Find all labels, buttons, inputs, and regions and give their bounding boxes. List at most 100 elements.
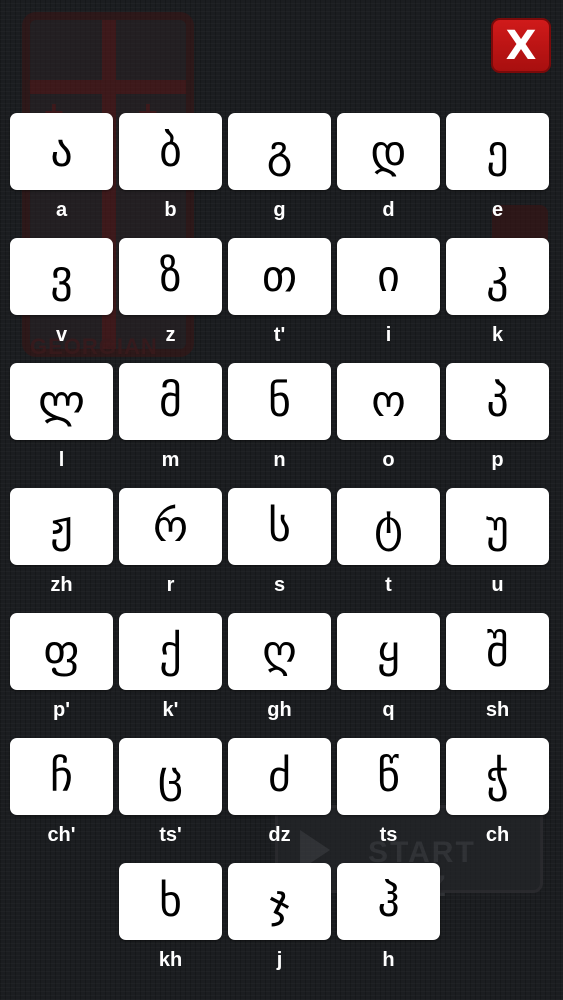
georgian-letter: ო	[371, 375, 406, 427]
transliteration-label: ts'	[159, 824, 182, 846]
letter-tile[interactable]: ნn	[228, 363, 331, 490]
georgian-letter: ღ	[262, 625, 297, 677]
georgian-letter: ფ	[43, 625, 80, 677]
georgian-letter: ჭ	[486, 750, 509, 802]
letter-tile[interactable]: ტt	[337, 488, 440, 615]
letter-tile[interactable]: გg	[228, 113, 331, 240]
georgian-letter: ე	[486, 125, 509, 177]
letter-tile[interactable]: მm	[119, 363, 222, 490]
georgian-letter: ნ	[268, 375, 291, 427]
letter-card[interactable]: მ	[119, 363, 222, 440]
letter-card[interactable]: ს	[228, 488, 331, 565]
letter-card[interactable]: გ	[228, 113, 331, 190]
letter-card[interactable]: პ	[446, 363, 549, 440]
transliteration-label: t	[385, 574, 392, 596]
letter-card[interactable]: ჩ	[10, 738, 113, 815]
transliteration-label: p	[491, 449, 504, 471]
georgian-letter: ლ	[38, 375, 85, 427]
letter-card[interactable]: ხ	[119, 863, 222, 940]
georgian-letter: წ	[377, 750, 400, 802]
letter-card[interactable]: ა	[10, 113, 113, 190]
letter-card[interactable]: კ	[446, 238, 549, 315]
letter-tile[interactable]: ყq	[337, 613, 440, 740]
letter-tile[interactable]: ქ k'	[119, 613, 222, 740]
letter-tile[interactable]: ჟ zh	[10, 488, 113, 615]
transliteration-label: b	[164, 199, 177, 221]
georgian-letter: ჟ	[50, 500, 73, 552]
letter-tile[interactable]: შ sh	[446, 613, 549, 740]
georgian-letter: უ	[486, 500, 509, 552]
letter-tile[interactable]: ხ kh	[119, 863, 222, 990]
letter-card[interactable]: უ	[446, 488, 549, 565]
transliteration-label: j	[276, 949, 283, 971]
letter-tile[interactable]: ოo	[337, 363, 440, 490]
letter-card[interactable]: ც	[119, 738, 222, 815]
letter-tile[interactable]: ჭ ch	[446, 738, 549, 865]
letter-tile[interactable]: სs	[228, 488, 331, 615]
transliteration-label: d	[382, 199, 395, 221]
transliteration-label: k'	[162, 699, 179, 721]
georgian-letter: ჩ	[50, 750, 73, 802]
letter-card[interactable]: ნ	[228, 363, 331, 440]
georgian-letter: ზ	[159, 250, 182, 302]
letter-tile[interactable]: ეe	[446, 113, 549, 240]
letter-tile[interactable]: იi	[337, 238, 440, 365]
letter-card[interactable]: ძ	[228, 738, 331, 815]
letter-tile[interactable]: თ t'	[228, 238, 331, 365]
letter-tile[interactable]: ჰh	[337, 863, 440, 990]
letter-tile[interactable]: ძ dz	[228, 738, 331, 865]
letter-card[interactable]: ე	[446, 113, 549, 190]
letter-tile[interactable]: ბb	[119, 113, 222, 240]
letter-tile[interactable]: დd	[337, 113, 440, 240]
georgian-letter: ჯ	[269, 875, 290, 927]
close-button[interactable]: X	[491, 18, 551, 73]
letter-card[interactable]: ჯ	[228, 863, 331, 940]
letter-card[interactable]: ჭ	[446, 738, 549, 815]
transliteration-label: q	[382, 699, 395, 721]
letter-tile[interactable]: პp	[446, 363, 549, 490]
letter-tile[interactable]: ც ts'	[119, 738, 222, 865]
letter-tile[interactable]: ზz	[119, 238, 222, 365]
transliteration-label: e	[491, 199, 504, 221]
letter-card[interactable]: ღ	[228, 613, 331, 690]
letter-card[interactable]: დ	[337, 113, 440, 190]
letter-card[interactable]: რ	[119, 488, 222, 565]
letter-tile[interactable]: ჩ ch'	[10, 738, 113, 865]
transliteration-label: k	[491, 324, 504, 346]
georgian-letter: კ	[486, 250, 509, 302]
letter-tile[interactable]: კk	[446, 238, 549, 365]
letter-card[interactable]: ი	[337, 238, 440, 315]
transliteration-label: zh	[50, 574, 73, 596]
letter-tile[interactable]: ფ p'	[10, 613, 113, 740]
letter-tile[interactable]: უu	[446, 488, 549, 615]
letter-tile[interactable]: წ ts	[337, 738, 440, 865]
transliteration-label: n	[273, 449, 286, 471]
letter-card[interactable]: ფ	[10, 613, 113, 690]
georgian-letter: შ	[486, 625, 509, 677]
letter-tile[interactable]: ვv	[10, 238, 113, 365]
transliteration-label: a	[55, 199, 68, 221]
letter-card[interactable]: ჟ	[10, 488, 113, 565]
letter-tile[interactable]: ლl	[10, 363, 113, 490]
georgian-letter: პ	[486, 375, 509, 427]
letter-card[interactable]: ტ	[337, 488, 440, 565]
letter-card[interactable]: ჰ	[337, 863, 440, 940]
letter-card[interactable]: ქ	[119, 613, 222, 690]
letter-card[interactable]: ო	[337, 363, 440, 440]
letter-card[interactable]: ვ	[10, 238, 113, 315]
letter-tile[interactable]: ღ gh	[228, 613, 331, 740]
letter-card[interactable]: ყ	[337, 613, 440, 690]
letter-card[interactable]: ზ	[119, 238, 222, 315]
transliteration-label: u	[491, 574, 504, 596]
letter-tile[interactable]: რr	[119, 488, 222, 615]
letter-tile[interactable]: აa	[10, 113, 113, 240]
letter-card[interactable]: შ	[446, 613, 549, 690]
letter-card[interactable]: ლ	[10, 363, 113, 440]
transliteration-label: ts	[379, 824, 398, 846]
transliteration-label: o	[382, 449, 395, 471]
letter-card[interactable]: წ	[337, 738, 440, 815]
letter-tile[interactable]: ჯj	[228, 863, 331, 990]
georgian-letter: ი	[377, 250, 400, 302]
letter-card[interactable]: ბ	[119, 113, 222, 190]
letter-card[interactable]: თ	[228, 238, 331, 315]
